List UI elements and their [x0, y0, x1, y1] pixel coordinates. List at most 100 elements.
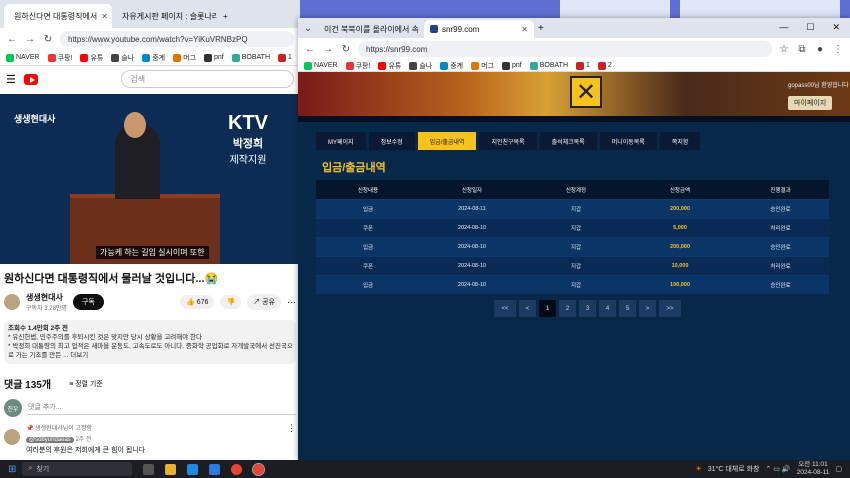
menu-item[interactable]: 쪽지함 — [659, 132, 701, 150]
page-button[interactable]: 5 — [619, 300, 636, 317]
menu-item[interactable]: 지인친구목록 — [479, 132, 537, 150]
taskbar-search[interactable]: ⌕ 찾기 — [22, 462, 133, 476]
tab-youtube[interactable]: 원하신다면 대통령직에서 ✕ — [4, 4, 112, 28]
task-view-icon[interactable] — [143, 463, 155, 475]
commenter-avatar[interactable] — [4, 429, 20, 445]
table-cell: 200,000 — [670, 206, 690, 212]
background-window[interactable] — [680, 0, 840, 18]
close-banner-button[interactable]: ✕ — [570, 76, 602, 108]
bookmark-1[interactable]: 1 — [278, 53, 292, 62]
menu-item[interactable]: 정보수정 — [368, 132, 415, 150]
bookmark-coupang[interactable]: 쿠팡! — [47, 53, 72, 63]
page-button[interactable]: >> — [659, 300, 681, 317]
menu-icon[interactable]: ☰ — [6, 73, 16, 86]
file-explorer-icon[interactable] — [165, 463, 177, 475]
bookmark-slot[interactable]: 슬나 — [409, 61, 432, 71]
app-icon[interactable] — [209, 463, 221, 475]
like-button[interactable]: 👍 676 — [180, 295, 215, 309]
weather-text[interactable]: 31°C 대체로 화창 — [708, 464, 760, 474]
menu-item[interactable]: 출석체크목록 — [539, 132, 597, 150]
youtube-logo[interactable] — [23, 73, 39, 85]
notifications-icon[interactable]: ▢ — [835, 465, 842, 473]
profile-icon[interactable]: ● — [814, 44, 826, 55]
bookmark-mug[interactable]: 머그 — [173, 53, 196, 63]
tab-other[interactable]: 이건 북북이를 올라이에서 속 ✕ — [314, 20, 424, 38]
tray-icons[interactable]: ⌃ ▭ 🔊 — [766, 465, 791, 473]
minimize-icon[interactable]: — — [779, 22, 788, 33]
url-field[interactable]: https://snr99.com — [358, 41, 772, 57]
forward-icon[interactable]: → — [24, 34, 36, 45]
description-box[interactable]: 조회수 1.4만회 2주 전 * 유신헌법, 민주주의를 후퇴시킨 것은 맞지만… — [4, 320, 296, 364]
share-button[interactable]: ↗ 공유 — [247, 294, 281, 310]
new-tab-button[interactable]: + — [538, 23, 544, 34]
tab-search-icon[interactable]: ⌄ — [302, 23, 314, 34]
menu-item[interactable]: MY페이지 — [316, 132, 366, 150]
page-button[interactable]: << — [494, 300, 516, 317]
edge-icon[interactable] — [187, 463, 199, 475]
extensions-icon[interactable]: ⧉ — [796, 44, 808, 55]
bookmark-relay[interactable]: 중계 — [142, 53, 165, 63]
page-button[interactable]: 2 — [559, 300, 576, 317]
video-player[interactable]: 생생현대사 KTV 박정희 제작지원 가능케 하는 길임 실시이며 또한 — [0, 94, 300, 264]
close-icon[interactable]: ✕ — [521, 25, 528, 34]
close-window-icon[interactable]: ✕ — [832, 22, 840, 33]
site-favicon-icon — [430, 25, 438, 33]
back-icon[interactable]: ← — [6, 34, 18, 45]
reload-icon[interactable]: ↻ — [42, 34, 54, 45]
weather-icon[interactable]: ☀ — [695, 465, 701, 473]
channel-name[interactable]: 생생현대사 — [26, 292, 67, 303]
bookmark-youtube[interactable]: 유튜 — [378, 61, 401, 71]
chrome-icon[interactable] — [231, 463, 243, 475]
search-input[interactable]: 검색 — [121, 70, 294, 88]
channel-avatar[interactable] — [4, 294, 20, 310]
bookmark-youtube[interactable]: 유튜 — [80, 53, 103, 63]
mypage-button[interactable]: 마이페이지 — [788, 96, 833, 110]
left-browser-window: 원하신다면 대통령직에서 ✕ 자유게시판 페이지 : 슬롯나라 ✕ + ← → … — [0, 0, 300, 460]
page-button[interactable]: < — [519, 300, 536, 317]
windows-start-icon[interactable]: ⊞ — [8, 464, 16, 475]
bookmark-bobath[interactable]: BOBATH — [231, 53, 270, 62]
add-comment-input[interactable]: 댓글 추가... — [28, 402, 296, 415]
tab-forum[interactable]: 자유게시판 페이지 : 슬롯나라 ✕ — [112, 4, 217, 28]
bookmark-pnf[interactable]: pnf — [502, 61, 522, 70]
comment-menu-icon[interactable]: ⋮ — [287, 423, 296, 434]
forward-icon[interactable]: → — [322, 44, 334, 55]
tab-snr99[interactable]: snr99.com ✕ — [424, 20, 534, 38]
back-icon[interactable]: ← — [304, 44, 316, 55]
dislike-button[interactable]: 👎 — [220, 295, 242, 309]
close-icon[interactable]: ✕ — [101, 12, 108, 21]
reload-icon[interactable]: ↻ — [340, 44, 352, 55]
bookmark-star-icon[interactable]: ☆ — [778, 44, 790, 55]
menu-item[interactable]: 입금/출금내역 — [417, 132, 477, 150]
page-button[interactable]: > — [639, 300, 656, 317]
kebab-menu-icon[interactable]: ⋮ — [832, 44, 844, 55]
description-more[interactable]: 로 가는 기초를 만든 ... 더보기 — [8, 351, 292, 360]
sort-button[interactable]: ≡ 정렬 기준 — [69, 379, 103, 389]
chrome-icon[interactable] — [252, 462, 266, 476]
bookmark-mug[interactable]: 머그 — [471, 61, 494, 71]
new-tab-button[interactable]: + — [217, 4, 234, 28]
maximize-icon[interactable]: ☐ — [806, 22, 814, 33]
bookmark-pnf[interactable]: pnf — [204, 53, 224, 62]
page-button[interactable]: 4 — [599, 300, 616, 317]
menu-item[interactable]: 머니이동목록 — [599, 132, 657, 150]
subscribe-button[interactable]: 구독 — [72, 294, 104, 310]
clock[interactable]: 오전 11:01 2024-08-11 — [797, 461, 830, 477]
more-icon[interactable]: ⋯ — [287, 297, 296, 308]
video-title: 원하신다면 대통령직에서 물러날 것입니다...😭 — [4, 273, 219, 285]
page-button[interactable]: 3 — [579, 300, 596, 317]
page-button[interactable]: 1 — [539, 300, 556, 317]
url-field[interactable]: https://www.youtube.com/watch?v=YiKuVRNB… — [60, 31, 294, 47]
bookmark-relay[interactable]: 중계 — [440, 61, 463, 71]
tab-label: 자유게시판 페이지 : 슬롯나라 — [122, 11, 217, 21]
bookmark-naver[interactable]: NAVER — [6, 53, 40, 62]
bookmark-2[interactable]: 2 — [597, 61, 612, 70]
bookmark-naver[interactable]: NAVER — [304, 61, 338, 70]
background-window[interactable] — [560, 0, 670, 18]
bookmark-bobath[interactable]: BOBATH — [529, 61, 568, 70]
table-cell: 승인완료 — [770, 245, 791, 251]
bookmark-coupang[interactable]: 쿠팡! — [345, 61, 370, 71]
bookmark-1[interactable]: 1 — [576, 61, 590, 70]
commenter-handle[interactable]: @sobyundaeas — [26, 437, 74, 443]
bookmark-slot[interactable]: 슬나 — [111, 53, 134, 63]
